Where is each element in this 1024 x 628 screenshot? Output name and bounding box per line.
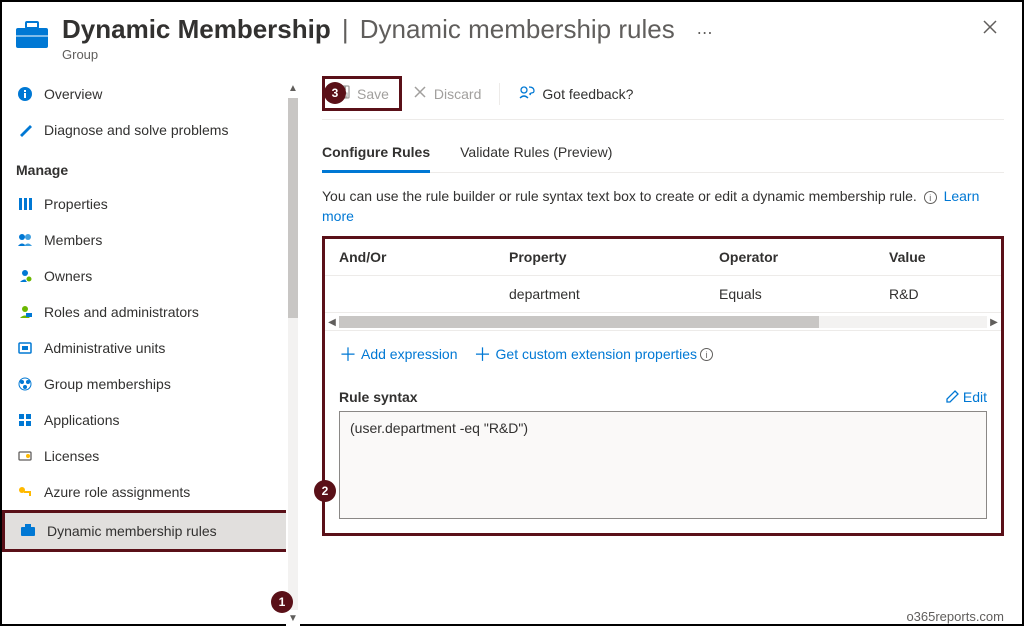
main-content: Save Discard Got feedback? Configure Rul…	[300, 66, 1022, 628]
key-icon	[16, 483, 34, 501]
scroll-thumb[interactable]	[288, 98, 298, 318]
title-separator: |	[335, 14, 356, 44]
page-header: Dynamic Membership | Dynamic membership …	[2, 2, 1022, 66]
cell-property: department	[509, 286, 719, 302]
sidebar-item-label: Administrative units	[44, 340, 165, 356]
hscroll-left-arrow[interactable]: ◀	[325, 313, 339, 331]
discard-label: Discard	[434, 86, 481, 102]
sidebar-item-label: Licenses	[44, 448, 99, 464]
sidebar-item-label: Dynamic membership rules	[47, 523, 217, 539]
col-property: Property	[509, 249, 719, 265]
add-expression-label: Add expression	[361, 346, 458, 362]
sidebar-scrollbar[interactable]: ▲ ▼	[286, 70, 300, 628]
sidebar-section-manage: Manage	[2, 148, 300, 186]
group-memberships-icon	[16, 375, 34, 393]
admin-icon	[16, 303, 34, 321]
sidebar-item-label: Roles and administrators	[44, 304, 199, 320]
sidebar-item-label: Owners	[44, 268, 92, 284]
callout-2: 2	[314, 480, 336, 502]
col-operator: Operator	[719, 249, 889, 265]
page-subtitle: Dynamic membership rules	[360, 14, 675, 44]
page-title: Dynamic Membership	[62, 14, 331, 44]
rules-panel: And/Or Property Operator Value departmen…	[322, 236, 1004, 536]
callout-1: 1	[271, 591, 293, 613]
sidebar-item-azure-roles[interactable]: Azure role assignments	[2, 474, 300, 510]
sidebar-item-label: Properties	[44, 196, 108, 212]
rules-icon	[19, 522, 37, 540]
info-icon[interactable]: i	[924, 191, 937, 204]
sidebar-item-licenses[interactable]: Licenses	[2, 438, 300, 474]
scroll-up-arrow[interactable]: ▲	[286, 80, 300, 96]
sidebar-item-label: Group memberships	[44, 376, 171, 392]
wrench-icon	[16, 121, 34, 139]
get-extension-label: Get custom extension properties	[496, 346, 698, 362]
plus-icon: ＋	[474, 341, 492, 367]
add-expression-button[interactable]: ＋ Add expression	[339, 341, 458, 367]
feedback-button[interactable]: Got feedback?	[508, 79, 643, 108]
sidebar-item-owners[interactable]: Owners	[2, 258, 300, 294]
discard-button[interactable]: Discard	[402, 79, 491, 108]
tab-validate[interactable]: Validate Rules (Preview)	[460, 138, 612, 172]
hscroll-thumb[interactable]	[339, 316, 819, 328]
units-icon	[16, 339, 34, 357]
sidebar-item-group-memberships[interactable]: Group memberships	[2, 366, 300, 402]
sidebar-item-members[interactable]: Members	[2, 222, 300, 258]
properties-icon	[16, 195, 34, 213]
sidebar-item-admin-units[interactable]: Administrative units	[2, 330, 300, 366]
title-ellipsis[interactable]: ⋯	[697, 25, 713, 42]
info-icon	[16, 85, 34, 103]
tab-configure[interactable]: Configure Rules	[322, 138, 430, 173]
sidebar-item-label: Applications	[44, 412, 120, 428]
syntax-label: Rule syntax	[339, 389, 418, 405]
hscroll-right-arrow[interactable]: ▶	[987, 313, 1001, 331]
edit-label: Edit	[963, 389, 987, 405]
sidebar-item-overview[interactable]: Overview	[2, 76, 300, 112]
get-extension-button[interactable]: ＋ Get custom extension properties i	[474, 341, 717, 367]
apps-icon	[16, 411, 34, 429]
command-bar: Save Discard Got feedback?	[322, 76, 1004, 120]
rules-table-row[interactable]: department Equals R&D	[325, 276, 1001, 313]
save-label: Save	[357, 86, 389, 102]
col-value: Value	[889, 249, 987, 265]
sidebar-item-roles[interactable]: Roles and administrators	[2, 294, 300, 330]
header-title-block: Dynamic Membership | Dynamic membership …	[62, 14, 713, 62]
callout-3: 3	[324, 82, 346, 104]
sidebar-item-diagnose[interactable]: Diagnose and solve problems	[2, 112, 300, 148]
rules-table-header: And/Or Property Operator Value	[325, 239, 1001, 276]
rule-syntax-textbox[interactable]: (user.department -eq "R&D")	[339, 411, 987, 519]
sidebar-item-label: Overview	[44, 86, 102, 102]
sidebar-item-applications[interactable]: Applications	[2, 402, 300, 438]
watermark: o365reports.com	[906, 609, 1004, 624]
cell-operator: Equals	[719, 286, 889, 302]
close-button[interactable]	[978, 14, 1002, 45]
sidebar-item-label: Members	[44, 232, 102, 248]
sidebar-nav: Overview Diagnose and solve problems Man…	[2, 66, 300, 628]
scroll-down-arrow[interactable]: ▼	[286, 610, 300, 626]
plus-icon: ＋	[339, 341, 357, 367]
sidebar-item-label: Diagnose and solve problems	[44, 122, 228, 138]
feedback-label: Got feedback?	[542, 86, 633, 102]
cell-value: R&D	[889, 286, 987, 302]
toolbar-separator	[499, 83, 500, 105]
sidebar-item-label: Azure role assignments	[44, 484, 190, 500]
sidebar-item-properties[interactable]: Properties	[2, 186, 300, 222]
rules-actions: ＋ Add expression ＋ Get custom extension …	[325, 331, 1001, 377]
discard-icon	[412, 84, 428, 103]
help-body: You can use the rule builder or rule syn…	[322, 188, 917, 204]
tab-bar: Configure Rules Validate Rules (Preview)	[322, 138, 1004, 173]
licenses-icon	[16, 447, 34, 465]
members-icon	[16, 231, 34, 249]
info-icon[interactable]: i	[700, 348, 713, 361]
rules-horizontal-scroll[interactable]: ◀ ▶	[325, 313, 1001, 331]
cell-andor	[339, 286, 509, 302]
col-andor: And/Or	[339, 249, 509, 265]
edit-syntax-button[interactable]: Edit	[945, 389, 987, 405]
feedback-icon	[518, 84, 536, 103]
resource-type: Group	[62, 47, 713, 62]
owners-icon	[16, 267, 34, 285]
help-text: You can use the rule builder or rule syn…	[322, 187, 1004, 226]
syntax-header: Rule syntax Edit	[325, 377, 1001, 411]
sidebar-item-dynamic-rules[interactable]: Dynamic membership rules	[2, 510, 300, 552]
group-briefcase-icon	[14, 20, 50, 50]
